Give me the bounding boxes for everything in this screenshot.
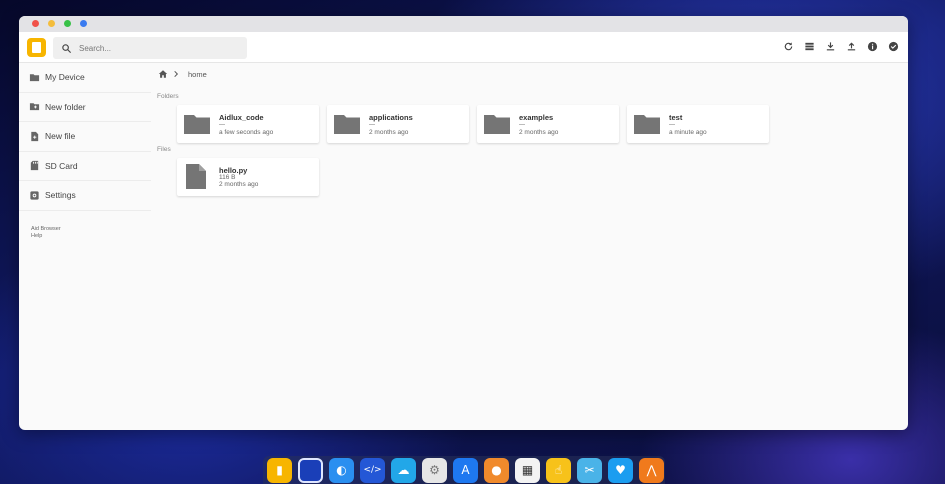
breadcrumb: home <box>158 69 207 79</box>
sidebar-item-my-device[interactable]: My Device <box>19 63 151 93</box>
select-button[interactable] <box>887 40 900 53</box>
close-window-button[interactable] <box>32 20 39 27</box>
sidebar: My Device New folder New file SD Card Se… <box>19 63 151 430</box>
sidebar-item-label: Settings <box>45 190 76 201</box>
file-browser-window: My Device New folder New file SD Card Se… <box>19 16 908 430</box>
cloud-icon[interactable]: ☁ <box>391 457 416 483</box>
browser-icon[interactable]: ◐ <box>329 457 354 483</box>
folder-name: Aidlux_code <box>219 113 264 122</box>
settings-icon[interactable]: ⚙ <box>422 457 447 483</box>
sidebar-item-new-file[interactable]: New file <box>19 122 151 152</box>
sidebar-item-new-folder[interactable]: New folder <box>19 93 151 122</box>
upload-button[interactable] <box>845 40 858 53</box>
folder-name: applications <box>369 113 413 122</box>
new-folder-icon <box>29 101 40 112</box>
file-card-hello-py[interactable]: hello.py 116 B 2 months ago <box>177 158 319 196</box>
sidebar-item-label: New folder <box>45 101 86 112</box>
folder-card-aidlux-code[interactable]: Aidlux_code — a few seconds ago <box>177 105 319 143</box>
file-icon <box>186 164 206 189</box>
files-heading: Files <box>157 146 171 153</box>
folder-modified: a minute ago <box>669 129 707 136</box>
folder-modified: 2 months ago <box>369 129 409 136</box>
folder-modified: 2 months ago <box>519 129 559 136</box>
folder-sub: — <box>519 122 525 128</box>
main-content: home Folders Aidlux_code — a few seconds… <box>151 63 908 430</box>
folder-card-applications[interactable]: applications — 2 months ago <box>327 105 469 143</box>
download-button[interactable] <box>824 40 837 53</box>
search-box[interactable] <box>53 37 247 59</box>
app-logo-icon <box>27 38 46 57</box>
app-bar <box>19 32 908 63</box>
terminal-icon[interactable] <box>298 457 323 483</box>
folder-icon <box>184 115 210 134</box>
folder-sub: — <box>369 122 375 128</box>
folder-card-test[interactable]: test — a minute ago <box>627 105 769 143</box>
touch-icon[interactable]: ☝ <box>546 457 571 483</box>
refresh-button[interactable] <box>782 40 795 53</box>
sidebar-item-label: My Device <box>45 72 85 83</box>
view-list-icon <box>805 42 814 51</box>
folder-icon <box>334 115 360 134</box>
share-icon[interactable]: ⋀ <box>639 457 664 483</box>
app-store-icon[interactable]: A <box>453 457 478 483</box>
select-icon <box>888 41 899 52</box>
folder-name: test <box>669 113 683 122</box>
folder-sub: — <box>219 122 225 128</box>
aid-browser-link[interactable]: Aid Browser <box>31 226 151 233</box>
butterfly-icon[interactable]: ♥ <box>608 457 633 483</box>
folders-heading: Folders <box>157 93 179 100</box>
folder-name: examples <box>519 113 554 122</box>
search-input[interactable] <box>79 43 229 53</box>
folder-icon <box>29 72 40 83</box>
file-modified: 2 months ago <box>219 181 259 188</box>
chevron-right-icon <box>174 70 179 78</box>
sidebar-item-sd-card[interactable]: SD Card <box>19 152 151 181</box>
dock: ▮ ◐ </> ☁ ⚙ A ● ▦ ☝ ✂ ♥ ⋀ <box>263 456 665 484</box>
folder-icon <box>634 115 660 134</box>
folder-card-examples[interactable]: examples — 2 months ago <box>477 105 619 143</box>
upload-icon <box>847 42 856 51</box>
calculator-icon[interactable]: ▦ <box>515 457 540 483</box>
download-icon <box>826 42 835 51</box>
settings-icon <box>29 190 40 201</box>
folder-icon <box>484 115 510 134</box>
breadcrumb-current[interactable]: home <box>188 70 207 79</box>
help-link[interactable]: Help <box>31 233 151 240</box>
code-icon[interactable]: </> <box>360 457 385 483</box>
bulb-icon[interactable]: ● <box>484 457 509 483</box>
sd-card-icon <box>29 160 40 171</box>
sidebar-item-label: SD Card <box>45 160 78 171</box>
info-icon <box>867 41 878 52</box>
maximize-window-button[interactable] <box>64 20 71 27</box>
new-file-icon <box>29 131 40 142</box>
home-icon[interactable] <box>158 69 168 79</box>
folder-sub: — <box>669 122 675 128</box>
title-bar <box>19 16 908 32</box>
refresh-icon <box>784 42 793 51</box>
folder-modified: a few seconds ago <box>219 129 274 136</box>
minimize-window-button[interactable] <box>48 20 55 27</box>
info-button[interactable] <box>866 40 879 53</box>
files-icon[interactable]: ▮ <box>267 457 292 483</box>
toolbar <box>782 40 900 53</box>
file-size: 116 B <box>219 174 236 181</box>
view-list-button[interactable] <box>803 40 816 53</box>
extra-window-button[interactable] <box>80 20 87 27</box>
search-icon <box>62 43 72 53</box>
tools-icon[interactable]: ✂ <box>577 457 602 483</box>
sidebar-footer: Aid Browser Help <box>19 211 151 240</box>
sidebar-item-settings[interactable]: Settings <box>19 181 151 211</box>
sidebar-item-label: New file <box>45 131 76 142</box>
